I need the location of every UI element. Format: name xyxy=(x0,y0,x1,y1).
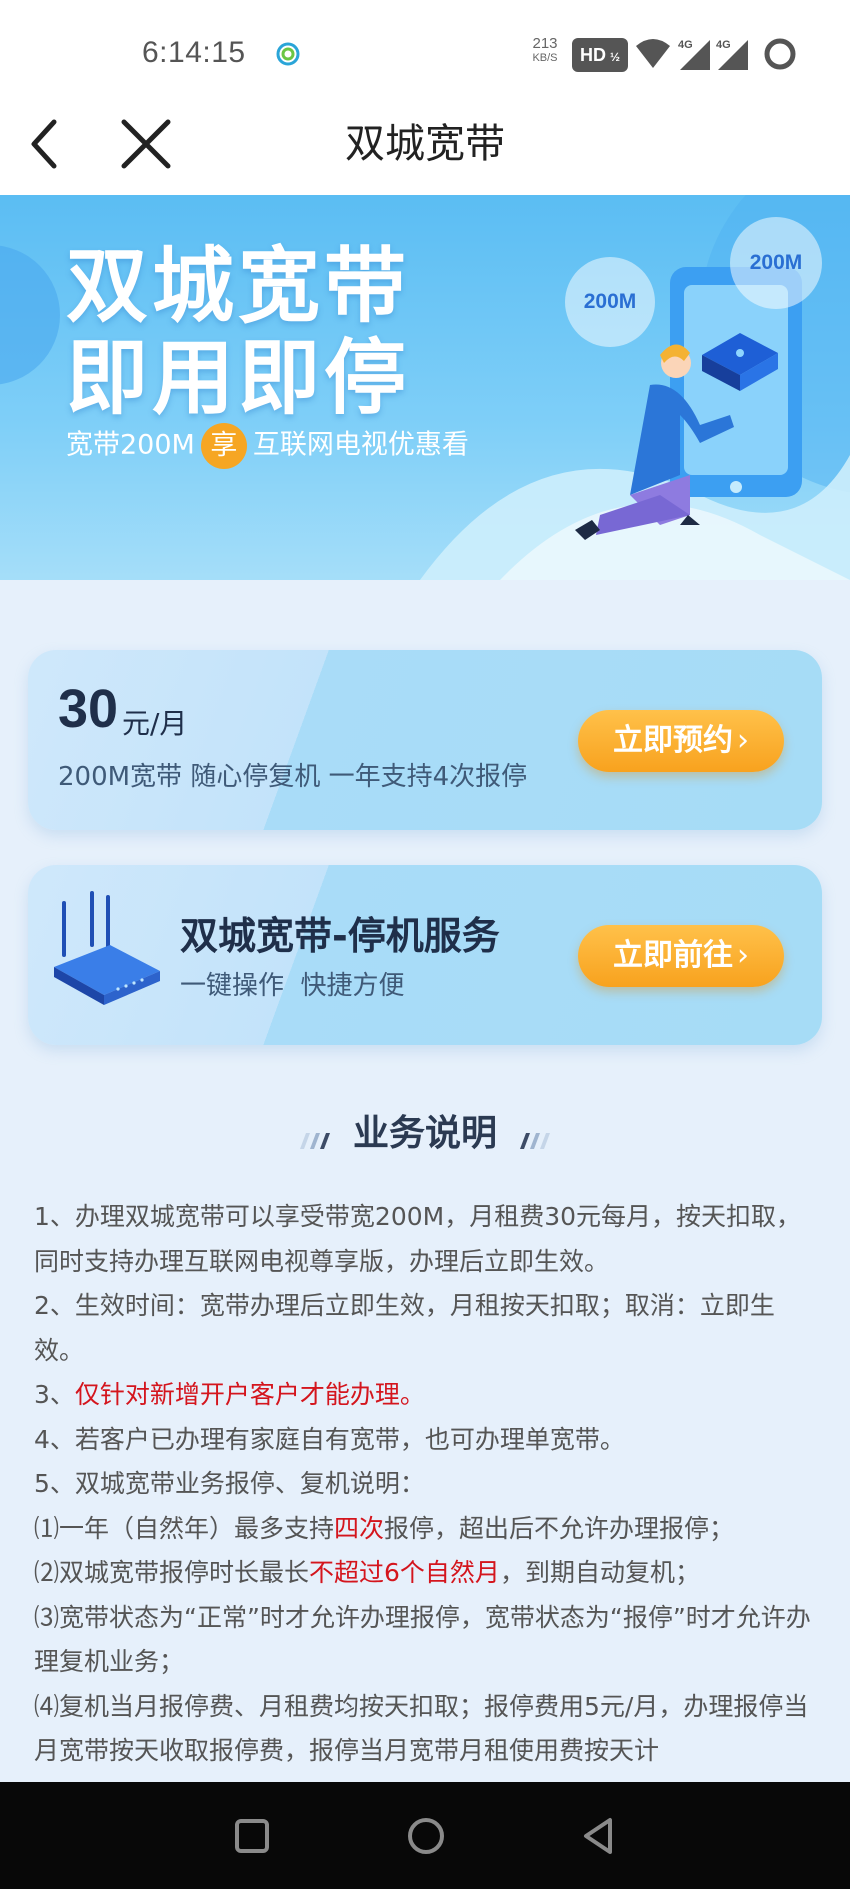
section-heading: 业务说明 xyxy=(0,1108,850,1160)
banner-subtitle: 宽带200M 享互联网电视优惠看 xyxy=(66,423,469,469)
hd-sub-icon: ½ xyxy=(610,50,621,64)
plan-description: 200M宽带 随心停复机 一年支持4次报停 xyxy=(58,762,528,792)
app-notification-icon xyxy=(276,42,300,66)
heading-right-decoration xyxy=(520,1132,551,1149)
network-speed-unit: KB/S xyxy=(532,52,558,64)
back-nav-icon[interactable] xyxy=(576,1812,624,1860)
reserve-now-label: 立即预约 xyxy=(613,723,733,758)
heading-left-decoration xyxy=(299,1132,330,1149)
rule-7-after: ，到期自动复机； xyxy=(499,1558,700,1587)
rule-7-before: ⑵双城宽带报停时长最长 xyxy=(34,1558,310,1587)
rule-6-after: 报停，超出后不允许办理报停； xyxy=(384,1513,735,1543)
signal-4g-icon-2: 4G xyxy=(716,39,748,70)
battery-ring-icon xyxy=(764,38,796,70)
rule-3-prefix: 3、 xyxy=(34,1380,75,1409)
page-title: 双城宽带 xyxy=(345,121,505,167)
rule-7: ⑵双城宽带报停时长最长不超过6个自然月，到期自动复机； xyxy=(34,1551,818,1596)
suspend-service-card: 双城宽带-停机服务 一键操作 快捷方便 立即前往 › xyxy=(28,865,822,1045)
home-icon[interactable] xyxy=(402,1812,450,1860)
status-bar: 6:14:15 213 KB/S HD ½ 4G 4G xyxy=(0,0,850,100)
rule-6: ⑴一年（自然年）最多支持四次报停，超出后不允许办理报停； xyxy=(34,1507,818,1552)
hd-label: HD xyxy=(580,45,606,65)
service-title: 双城宽带-停机服务 xyxy=(180,914,500,958)
rule-3: 3、仅针对新增开户客户才能办理。 xyxy=(34,1373,818,1418)
rule-9: ⑷复机当月报停费、月租费均按天扣取；报停费用5元/月，办理报停当月宽带按天收取报… xyxy=(34,1691,809,1766)
go-now-label: 立即前往 xyxy=(613,938,733,973)
plan-card: 30 元/月 200M宽带 随心停复机 一年支持4次报停 立即预约 › xyxy=(28,650,822,830)
bubble-200m-left: 200M xyxy=(565,257,655,347)
signal-4g-label-2: 4G xyxy=(716,39,731,51)
rule-1: 1、办理双城宽带可以享受带宽200M，月租费30元每月，按天扣取，同时支持办理互… xyxy=(34,1202,802,1276)
reserve-now-button[interactable]: 立即预约 › xyxy=(578,710,784,772)
plan-price-unit: 元/月 xyxy=(122,707,188,740)
rule-3-highlight: 仅针对新增开户客户才能办理。 xyxy=(74,1380,425,1409)
go-now-button[interactable]: 立即前往 › xyxy=(578,925,784,987)
rule-6-before: ⑴一年（自然年）最多支持 xyxy=(34,1513,335,1543)
rule-8: ⑶宽带状态为“正常”时才允许办理报停，宽带状态为“报停”时才允许办理复机业务； xyxy=(34,1602,811,1677)
network-speed: 213 KB/S xyxy=(528,36,562,66)
enjoy-badge: 享 xyxy=(200,423,247,469)
hd-badge: HD ½ xyxy=(572,38,629,72)
network-speed-value: 213 xyxy=(532,35,558,52)
signal-4g-label: 4G xyxy=(678,39,693,51)
chevron-right-icon: › xyxy=(737,938,749,973)
recent-apps-icon[interactable] xyxy=(228,1812,276,1860)
rule-7-highlight: 不超过6个自然月 xyxy=(309,1558,500,1587)
service-subtitle: 一键操作 快捷方便 xyxy=(180,971,405,1001)
status-time: 6:14:15 xyxy=(142,36,246,69)
rule-4: 4、若客户已办理有家庭自有宽带，也可办理单宽带。 xyxy=(34,1424,625,1454)
banner-title-line2: 即用即停 xyxy=(66,331,411,426)
promo-banner: 200M 200M 双城宽带 即用即停 宽带200M 享互联网电视优惠看 xyxy=(0,195,850,580)
banner-sub-after: 互联网电视优惠看 xyxy=(252,429,469,461)
chevron-right-icon: › xyxy=(737,723,749,758)
banner-sub-before: 宽带200M xyxy=(66,429,195,461)
banner-title: 双城宽带 即用即停 xyxy=(66,241,410,425)
wifi-icon xyxy=(636,39,670,68)
section-title: 业务说明 xyxy=(352,1113,497,1154)
banner-title-line1: 双城宽带 xyxy=(66,239,411,334)
system-nav-bar xyxy=(0,1782,850,1889)
plan-price: 30 xyxy=(58,679,119,739)
rule-2: 2、生效时间：宽带办理后立即生效，月租按天扣取；取消：立即生效。 xyxy=(34,1291,775,1365)
business-rules: 1、办理双城宽带可以享受带宽200M，月租费30元每月，按天扣取，同时支持办理互… xyxy=(34,1195,818,1774)
title-bar: 双城宽带 xyxy=(0,100,850,195)
rule-6-highlight: 四次 xyxy=(334,1513,385,1543)
signal-4g-icon: 4G xyxy=(678,39,710,70)
bubble-200m-right: 200M xyxy=(730,217,822,309)
rule-5: 5、双城宽带业务报停、复机说明： xyxy=(34,1469,425,1498)
router-icon xyxy=(54,891,160,1005)
